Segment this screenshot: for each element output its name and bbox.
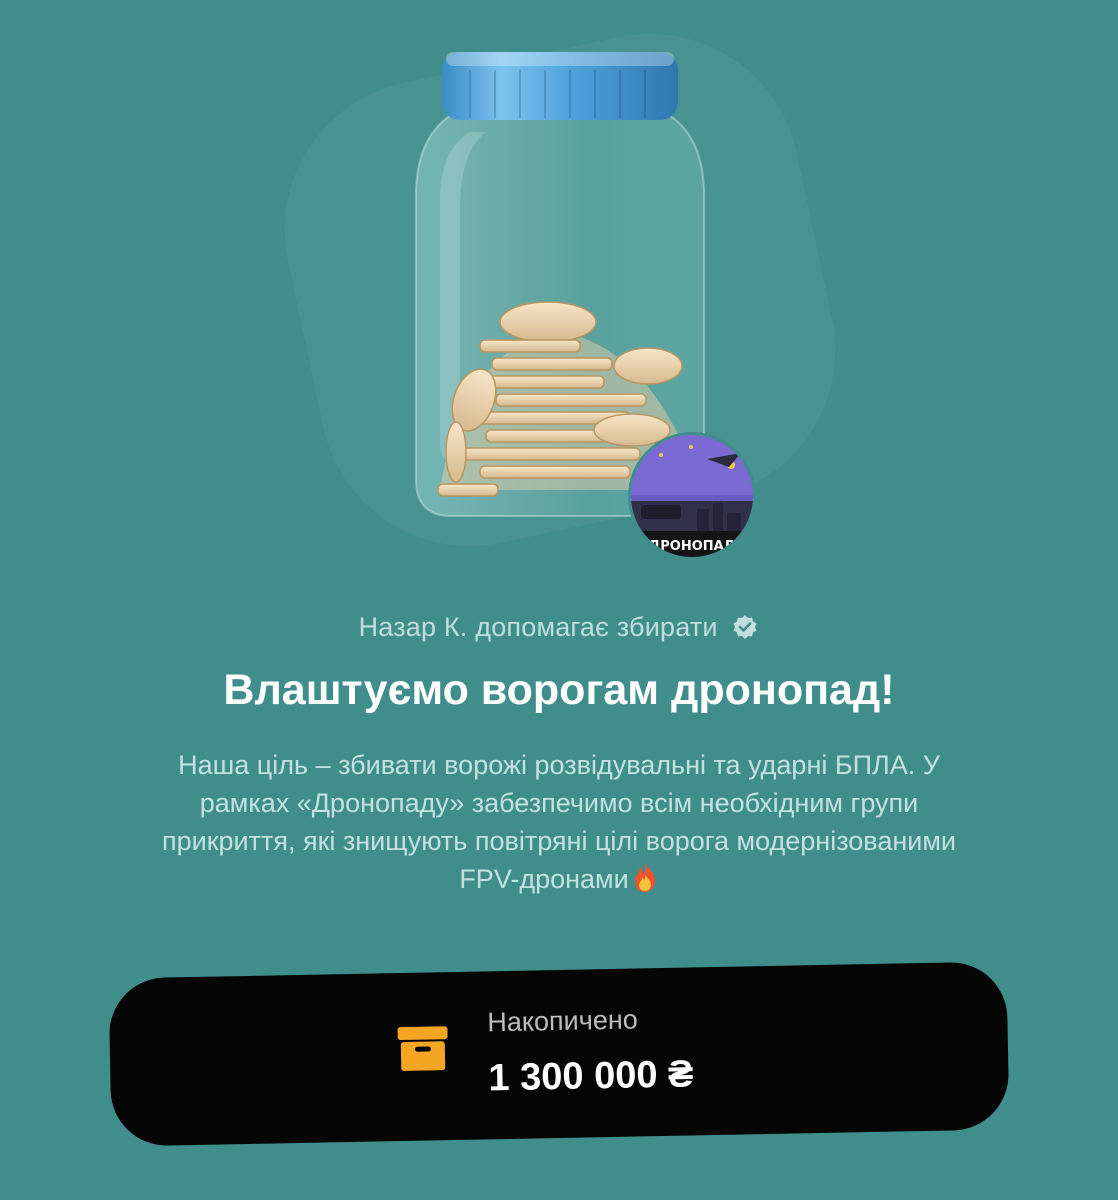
description-text: Наша ціль – збивати ворожі розвідувальні… xyxy=(161,750,957,894)
avatar-caption: ДРОНОПАД xyxy=(649,539,736,554)
archive-box-icon xyxy=(397,1026,448,1076)
verified-check-icon xyxy=(731,613,759,648)
jar-illustration: ДРОНОПАД xyxy=(400,40,756,560)
accumulated-card: Накопичено 1 300 000 ₴ xyxy=(108,961,1010,1147)
fire-emoji-icon xyxy=(631,861,659,903)
page-title: Влаштуємо ворогам дронопад! xyxy=(223,666,895,714)
description: Наша ціль – збивати ворожі розвідувальні… xyxy=(140,746,978,903)
dronopad-avatar: ДРОНОПАД xyxy=(628,432,756,560)
helper-text: Назар К. допомагає збирати xyxy=(358,612,718,642)
helper-line: Назар К. допомагає збирати xyxy=(0,612,1118,648)
accumulated-amount: 1 300 000 ₴ xyxy=(488,1053,694,1100)
accumulated-label: Накопичено xyxy=(487,1004,638,1038)
